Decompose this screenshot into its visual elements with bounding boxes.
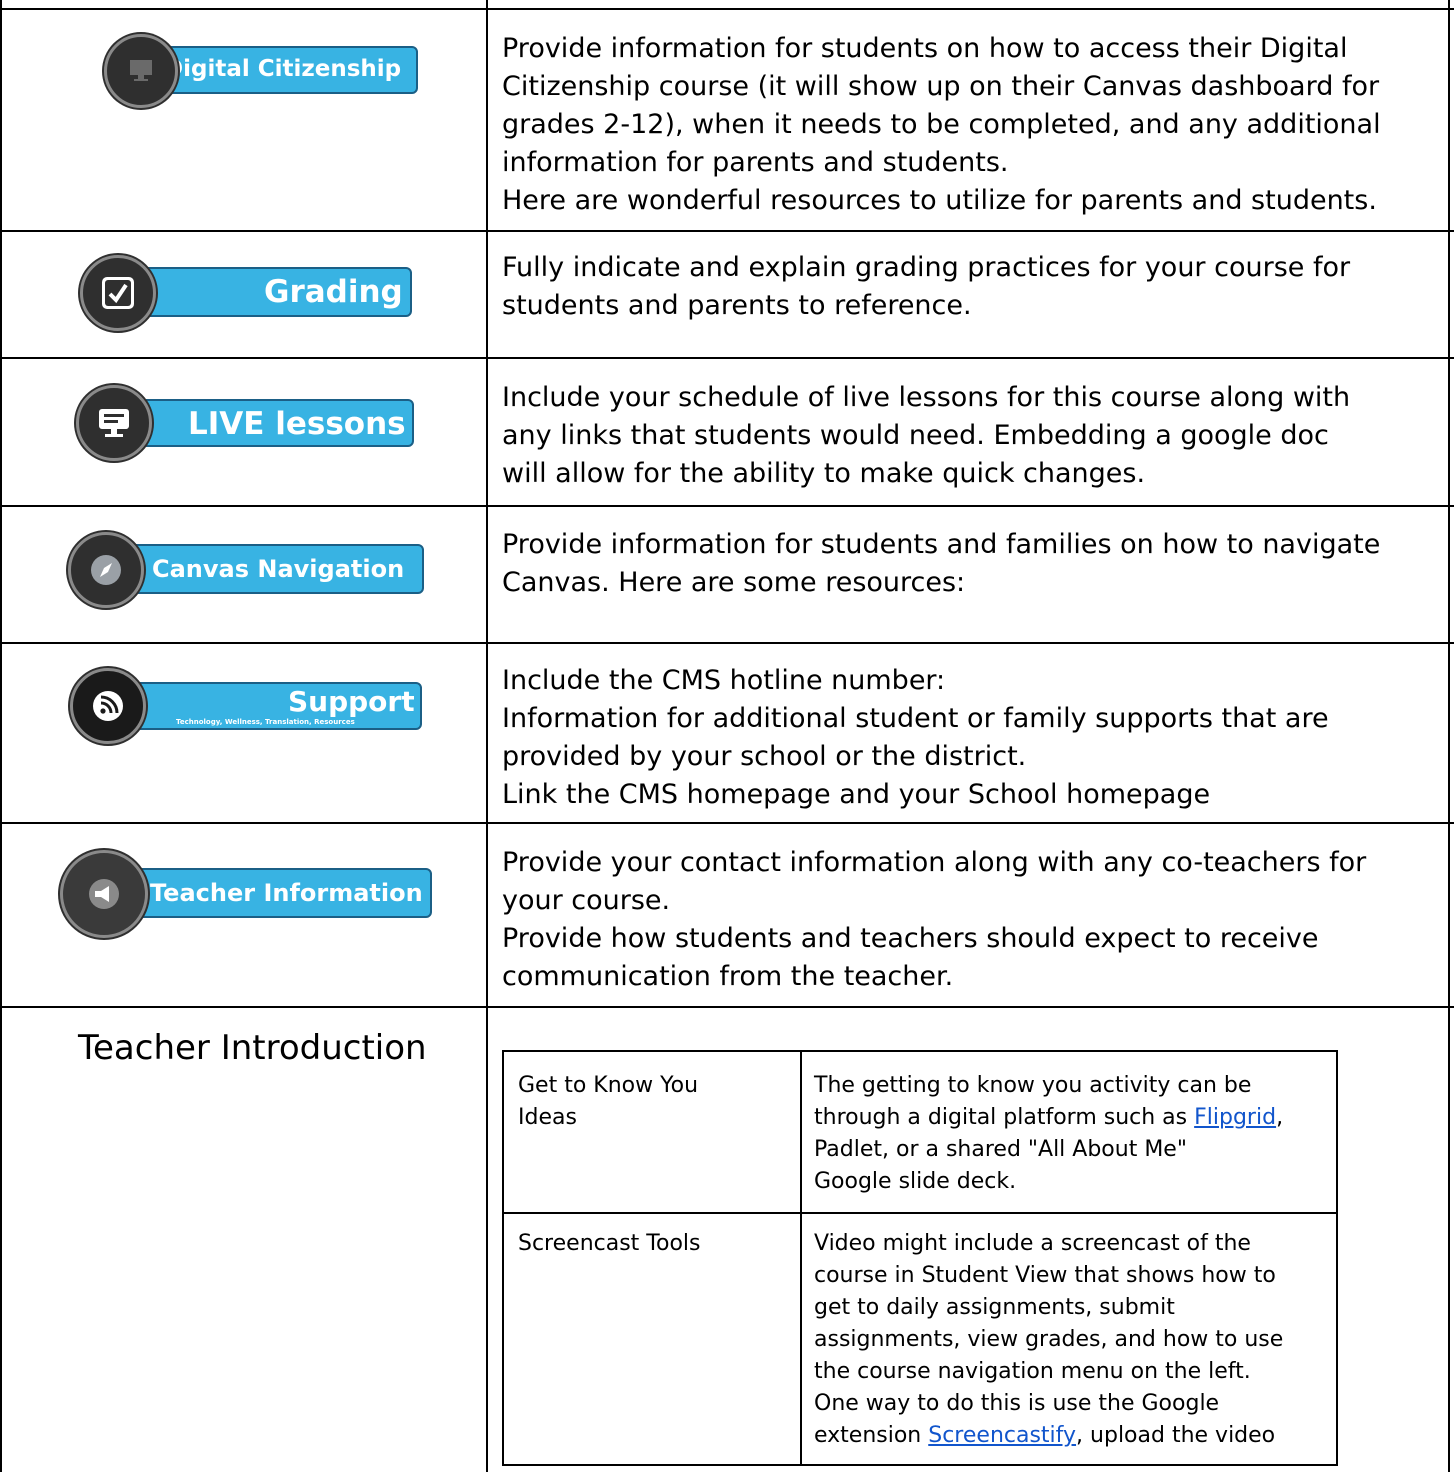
text-fragment: through a digital platform such as <box>814 1105 1195 1130</box>
row-divider <box>0 822 1454 824</box>
text-line: students and parents to reference. <box>502 290 972 321</box>
text-line: Information for additional student or fa… <box>502 703 1329 734</box>
table-border-right <box>1448 0 1450 1472</box>
row-divider <box>0 1006 1454 1008</box>
presentation-icon <box>76 385 152 461</box>
banner-label: Digital Citizenship <box>164 56 402 82</box>
live-lessons-banner[interactable]: LIVE lessons <box>76 385 418 461</box>
text-fragment: , upload the video <box>1076 1423 1276 1448</box>
checkbox-icon <box>80 255 156 331</box>
banner-label: Grading <box>264 274 403 310</box>
text-line: provided by your school or the district. <box>502 741 1027 772</box>
inner-column-divider <box>800 1052 802 1464</box>
grading-description: Fully indicate and explain grading pract… <box>502 249 1437 325</box>
get-to-know-you-label: Get to Know You Ideas <box>518 1070 698 1134</box>
text-line: the course navigation menu on the left. <box>814 1359 1251 1384</box>
banner-sublabel: Technology, Wellness, Translation, Resou… <box>176 718 355 726</box>
text-line: The getting to know you activity can be <box>814 1073 1252 1098</box>
column-divider <box>486 0 488 1472</box>
text-line: Canvas. Here are some resources: <box>502 567 966 598</box>
computer-icon <box>104 34 178 108</box>
text-line: Screencast Tools <box>518 1231 701 1256</box>
row-divider <box>0 357 1454 359</box>
text-line: Padlet, or a shared "All About Me" <box>814 1137 1187 1162</box>
banner-label: Teacher Information <box>150 879 423 907</box>
table-border-left <box>0 0 2 1472</box>
teacher-information-description: Provide your contact information along w… <box>502 844 1437 996</box>
text-line: Link the CMS homepage and your School ho… <box>502 779 1211 810</box>
rss-icon <box>70 668 146 744</box>
teacher-introduction-table: Get to Know You Ideas The getting to kno… <box>502 1050 1338 1466</box>
text-line: any links that students would need. Embe… <box>502 420 1329 451</box>
canvas-navigation-banner[interactable]: Canvas Navigation <box>68 532 428 608</box>
get-to-know-you-description: The getting to know you activity can be … <box>814 1070 1283 1198</box>
text-line: Get to Know You <box>518 1073 699 1098</box>
text-line: Provide your contact information along w… <box>502 847 1367 878</box>
row-divider <box>0 505 1454 507</box>
banner-label: Support <box>288 685 415 718</box>
text-line: grades 2-12), when it needs to be comple… <box>502 109 1381 140</box>
text-line: One way to do this is use the Google <box>814 1391 1220 1416</box>
banner-label: Canvas Navigation <box>152 555 405 583</box>
teacher-introduction-label: Teacher Introduction <box>78 1028 427 1068</box>
document-table: Digital Citizenship Provide information … <box>0 0 1454 1472</box>
text-line: through a digital platform such as Flipg… <box>814 1102 1283 1134</box>
text-line: Include the CMS hotline number: <box>502 665 946 696</box>
text-line: assignments, view grades, and how to use <box>814 1327 1284 1352</box>
text-line: get to daily assignments, submit <box>814 1295 1175 1320</box>
text-line: Include your schedule of live lessons fo… <box>502 382 1351 413</box>
flipgrid-link[interactable]: Flipgrid <box>1194 1105 1276 1130</box>
text-line: your course. <box>502 885 671 916</box>
support-description: Include the CMS hotline number: Informat… <box>502 662 1437 814</box>
inner-row-divider <box>504 1212 1336 1214</box>
text-line: Provide information for students and fam… <box>502 529 1381 560</box>
text-fragment: extension <box>814 1423 929 1448</box>
live-lessons-description: Include your schedule of live lessons fo… <box>502 379 1437 493</box>
digital-citizenship-banner[interactable]: Digital Citizenship <box>104 34 422 108</box>
text-line: course in Student View that shows how to <box>814 1263 1276 1288</box>
text-line: Here are wonderful resources to utilize … <box>502 185 1377 216</box>
text-fragment: , <box>1276 1105 1284 1130</box>
text-line: extension Screencastify, upload the vide… <box>814 1420 1283 1452</box>
screencastify-link[interactable]: Screencastify <box>928 1423 1076 1448</box>
support-banner[interactable]: Support Technology, Wellness, Translatio… <box>70 668 426 744</box>
row-divider <box>0 642 1454 644</box>
text-line: Video might include a screencast of the <box>814 1231 1251 1256</box>
row-divider <box>0 8 1454 10</box>
text-line: Fully indicate and explain grading pract… <box>502 252 1351 283</box>
teacher-information-banner[interactable]: Teacher Information <box>60 850 436 938</box>
digital-citizenship-description: Provide information for students on how … <box>502 30 1437 220</box>
text-line: Ideas <box>518 1105 577 1130</box>
canvas-navigation-description: Provide information for students and fam… <box>502 526 1437 602</box>
text-line: Provide how students and teachers should… <box>502 923 1319 954</box>
screencast-tools-description: Video might include a screencast of the … <box>814 1228 1283 1452</box>
row-divider <box>0 230 1454 232</box>
text-line: information for parents and students. <box>502 147 1009 178</box>
text-line: Provide information for students on how … <box>502 33 1348 64</box>
screencast-tools-label: Screencast Tools <box>518 1228 701 1260</box>
text-line: communication from the teacher. <box>502 961 954 992</box>
text-line: Google slide deck. <box>814 1169 1017 1194</box>
text-line: will allow for the ability to make quick… <box>502 458 1146 489</box>
banner-label: LIVE lessons <box>188 406 406 442</box>
text-line: Citizenship course (it will show up on t… <box>502 71 1380 102</box>
megaphone-icon <box>60 850 148 938</box>
compass-icon <box>68 532 144 608</box>
grading-banner[interactable]: Grading <box>80 255 416 331</box>
